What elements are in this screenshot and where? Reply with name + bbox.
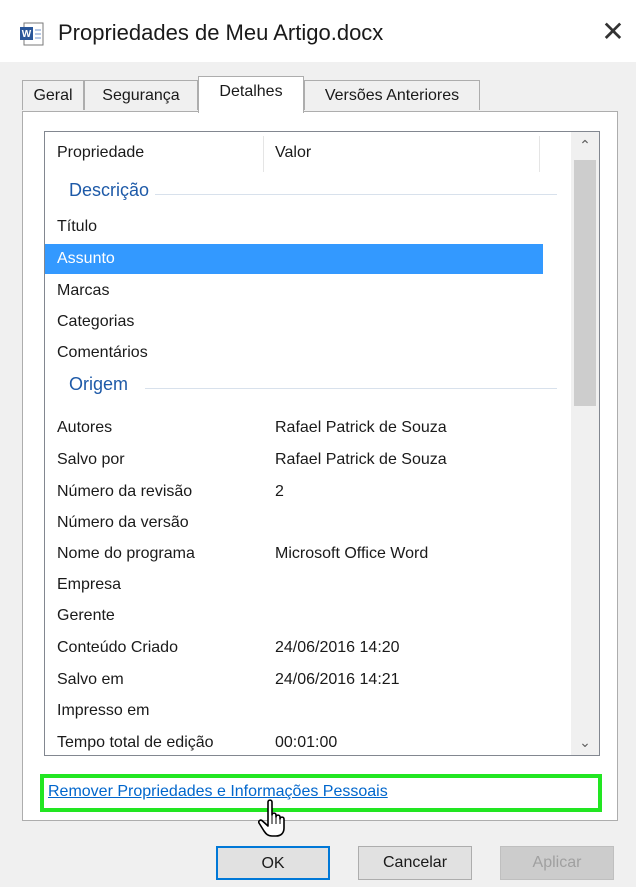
remove-properties-link[interactable]: Remover Propriedades e Informações Pesso… — [48, 783, 388, 801]
scroll-up-button[interactable]: ⌃ — [571, 132, 599, 158]
property-value: Rafael Patrick de Souza — [275, 419, 447, 436]
close-button[interactable]: ✕ — [596, 14, 630, 50]
property-name: Nome do programa — [57, 545, 195, 562]
column-divider[interactable] — [539, 136, 540, 172]
list-item[interactable]: Conteúdo Criado 24/06/2016 14:20 — [45, 633, 543, 663]
list-item[interactable]: Título — [45, 212, 543, 242]
property-name: Número da versão — [57, 514, 189, 531]
tab-detalhes[interactable]: Detalhes — [198, 76, 304, 113]
tab-versoes-anteriores[interactable]: Versões Anteriores — [304, 80, 480, 110]
property-name: Impresso em — [57, 702, 150, 719]
column-header-property[interactable]: Propriedade — [57, 144, 144, 162]
list-item[interactable]: Categorias — [45, 307, 543, 337]
group-header-descricao: Descrição — [45, 178, 557, 208]
list-item[interactable]: Empresa — [45, 570, 543, 600]
apply-button[interactable]: Aplicar — [500, 846, 614, 880]
list-item-selected[interactable]: Assunto — [45, 244, 543, 274]
list-item[interactable]: Autores Rafael Patrick de Souza — [45, 413, 543, 443]
list-item[interactable]: Número da versão — [45, 508, 543, 538]
tab-geral[interactable]: Geral — [22, 80, 84, 110]
group-divider — [155, 194, 557, 195]
property-name: Assunto — [57, 250, 115, 267]
property-value: Microsoft Office Word — [275, 545, 429, 562]
group-header-origem: Origem — [45, 372, 557, 402]
property-name: Número da revisão — [57, 483, 193, 500]
scroll-down-button[interactable]: ⌄ — [571, 729, 599, 755]
list-item[interactable]: Salvo por Rafael Patrick de Souza — [45, 445, 543, 475]
group-label: Descrição — [69, 180, 156, 201]
property-value: Rafael Patrick de Souza — [275, 451, 447, 468]
property-name: Salvo por — [57, 451, 125, 468]
scroll-thumb[interactable] — [574, 160, 596, 406]
property-name: Salvo em — [57, 671, 124, 688]
ok-button[interactable]: OK — [216, 846, 330, 880]
svg-text:W: W — [22, 29, 32, 40]
property-name: Marcas — [57, 282, 110, 299]
properties-list[interactable]: Propriedade Valor Descrição Título Assun… — [44, 131, 600, 756]
remove-properties-highlight: Remover Propriedades e Informações Pesso… — [40, 774, 602, 812]
list-item[interactable]: Número da revisão 2 — [45, 477, 543, 507]
property-name: Autores — [57, 419, 113, 436]
group-divider — [145, 388, 557, 389]
list-item[interactable]: Salvo em 24/06/2016 14:21 — [45, 665, 543, 695]
list-item[interactable]: Gerente — [45, 601, 543, 631]
column-divider[interactable] — [263, 136, 264, 172]
tab-seguranca[interactable]: Segurança — [84, 80, 198, 110]
group-label: Origem — [69, 374, 135, 395]
property-value: 24/06/2016 14:21 — [275, 671, 400, 688]
list-item[interactable]: Tempo total de edição 00:01:00 — [45, 728, 543, 755]
title-bar: W Propriedades de Meu Artigo.docx ✕ — [0, 0, 636, 62]
property-name: Empresa — [57, 576, 122, 593]
word-document-icon: W — [20, 22, 44, 46]
property-name: Título — [57, 218, 98, 235]
column-header: Propriedade Valor — [45, 132, 571, 176]
property-name: Categorias — [57, 313, 135, 330]
property-name: Comentários — [57, 344, 148, 361]
list-item[interactable]: Impresso em — [45, 696, 543, 726]
hand-cursor-icon — [258, 799, 285, 837]
property-value: 00:01:00 — [275, 734, 338, 751]
vertical-scrollbar[interactable]: ⌃ ⌄ — [571, 132, 599, 755]
list-item[interactable]: Comentários — [45, 338, 543, 368]
property-value: 24/06/2016 14:20 — [275, 639, 400, 656]
property-name: Gerente — [57, 607, 115, 624]
column-header-value[interactable]: Valor — [275, 144, 311, 162]
property-name: Tempo total de edição — [57, 734, 214, 751]
cancel-button[interactable]: Cancelar — [358, 846, 472, 880]
property-name: Conteúdo Criado — [57, 639, 178, 656]
window-title: Propriedades de Meu Artigo.docx — [58, 20, 384, 45]
list-item[interactable]: Marcas — [45, 276, 543, 306]
list-item[interactable]: Nome do programa Microsoft Office Word — [45, 539, 543, 569]
property-value: 2 — [275, 483, 284, 500]
